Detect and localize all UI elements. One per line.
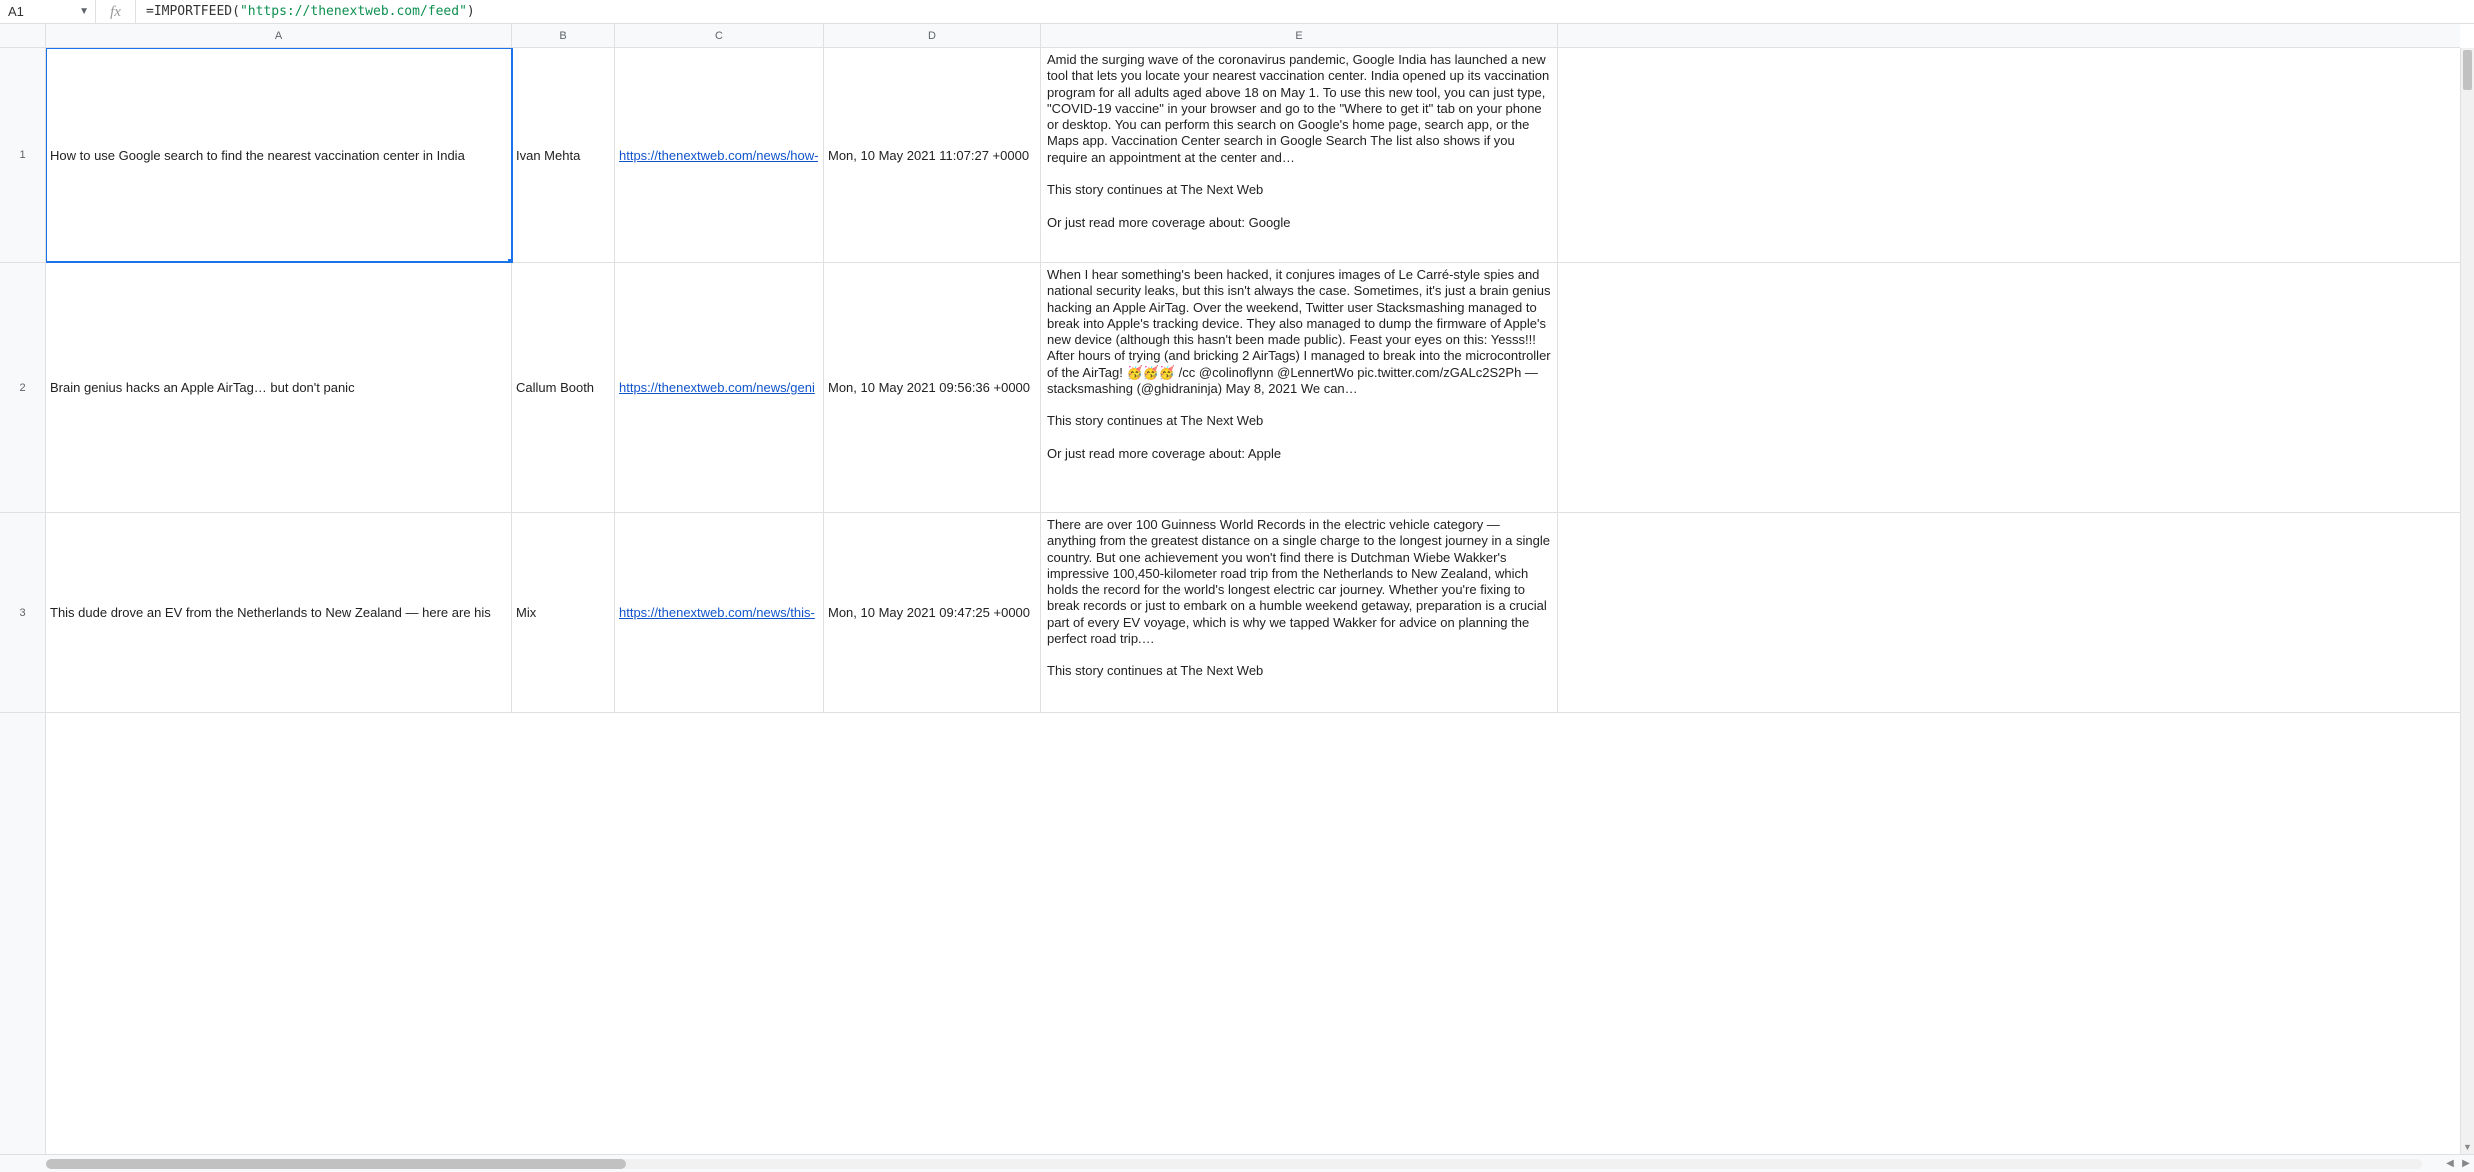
table-row: This dude drove an EV from the Netherlan… (46, 513, 2460, 713)
vertical-scrollbar-thumb[interactable] (2463, 50, 2472, 90)
row-header-1[interactable]: 1 (0, 48, 45, 263)
scroll-down-icon[interactable]: ▼ (2461, 1140, 2474, 1154)
row-header-2[interactable]: 2 (0, 263, 45, 513)
formula-function: IMPORTFEED (154, 4, 232, 19)
formula-open-paren: ( (232, 4, 240, 19)
cell-A2[interactable]: Brain genius hacks an Apple AirTag… but … (46, 263, 512, 512)
col-header-A[interactable]: A (46, 24, 512, 47)
cell-B1[interactable]: Ivan Mehta (512, 48, 615, 262)
cell-C2[interactable]: https://thenextweb.com/news/geni (615, 263, 824, 512)
name-box-value: A1 (8, 4, 24, 19)
cell-E3[interactable]: There are over 100 Guinness World Record… (1041, 513, 1558, 712)
formula-input[interactable]: =IMPORTFEED("https://thenextweb.com/feed… (136, 0, 2474, 24)
select-all-corner[interactable] (0, 24, 45, 48)
cell-E1[interactable]: Amid the surging wave of the coronavirus… (1041, 48, 1558, 262)
col-header-D[interactable]: D (824, 24, 1041, 47)
table-row: Brain genius hacks an Apple AirTag… but … (46, 263, 2460, 513)
formula-close-paren: ) (467, 4, 475, 19)
link[interactable]: https://thenextweb.com/news/this- (619, 605, 815, 620)
scroll-right-icon[interactable]: ▶ (2458, 1158, 2474, 1169)
cell-A1[interactable]: How to use Google search to find the nea… (46, 48, 512, 262)
col-header-E[interactable]: E (1041, 24, 1558, 47)
sheet-container: 1 2 3 A B C D E How to use Google search… (0, 24, 2474, 1154)
cell-E2[interactable]: When I hear something's been hacked, it … (1041, 263, 1558, 512)
scroll-left-icon[interactable]: ◀ (2442, 1158, 2458, 1169)
formula-equals: = (146, 4, 154, 19)
cell-D1[interactable]: Mon, 10 May 2021 11:07:27 +0000 (824, 48, 1041, 262)
formula-arg: "https://thenextweb.com/feed" (240, 4, 467, 19)
cell-D2[interactable]: Mon, 10 May 2021 09:56:36 +0000 (824, 263, 1041, 512)
cell-A3[interactable]: This dude drove an EV from the Netherlan… (46, 513, 512, 712)
horizontal-scrollbar-thumb[interactable] (46, 1159, 626, 1169)
data-rows: How to use Google search to find the nea… (46, 48, 2460, 1154)
column-headers: A B C D E (46, 24, 2460, 48)
col-header-C[interactable]: C (615, 24, 824, 47)
main-grid: A B C D E How to use Google search to fi… (46, 24, 2474, 1154)
formula-bar: A1 ▼ fx =IMPORTFEED("https://thenextweb.… (0, 0, 2474, 24)
table-row: How to use Google search to find the nea… (46, 48, 2460, 263)
cell-C1[interactable]: https://thenextweb.com/news/how- (615, 48, 824, 262)
link[interactable]: https://thenextweb.com/news/how- (619, 148, 818, 163)
horizontal-scrollbar[interactable] (46, 1159, 2422, 1169)
bottom-bar: ◀ ▶ (0, 1154, 2474, 1172)
row-header-3[interactable]: 3 (0, 513, 45, 713)
name-box[interactable]: A1 ▼ (0, 0, 96, 24)
cell-D3[interactable]: Mon, 10 May 2021 09:47:25 +0000 (824, 513, 1041, 712)
row-headers: 1 2 3 (0, 24, 46, 1154)
vertical-scrollbar[interactable]: ▼ (2460, 48, 2474, 1154)
cell-C3[interactable]: https://thenextweb.com/news/this- (615, 513, 824, 712)
cell-B2[interactable]: Callum Booth (512, 263, 615, 512)
fx-icon: fx (96, 0, 136, 24)
name-box-dropdown-icon[interactable]: ▼ (79, 6, 89, 17)
col-header-B[interactable]: B (512, 24, 615, 47)
link[interactable]: https://thenextweb.com/news/geni (619, 380, 815, 395)
cell-B3[interactable]: Mix (512, 513, 615, 712)
